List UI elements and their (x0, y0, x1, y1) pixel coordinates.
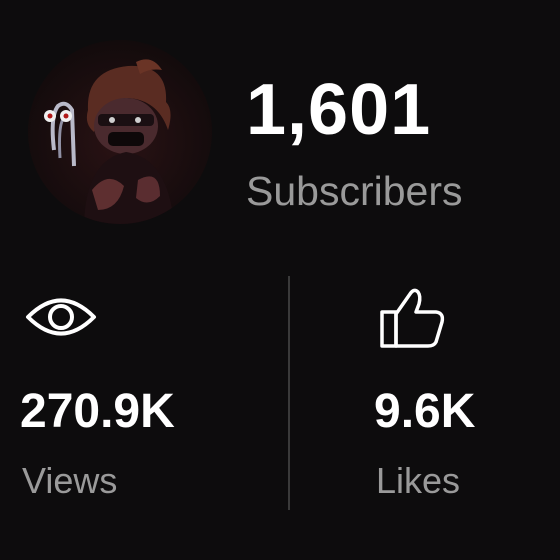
subscriber-label: Subscribers (246, 168, 463, 214)
eye-icon (26, 298, 96, 336)
views-label: Views (22, 460, 118, 501)
avatar-image (28, 40, 212, 224)
views-count: 270.9K (20, 385, 175, 438)
subscriber-count: 1,601 (246, 70, 432, 150)
likes-count: 9.6K (374, 385, 476, 438)
thumbs-up-icon (380, 288, 445, 348)
stats-divider (288, 276, 290, 510)
channel-avatar[interactable] (28, 40, 212, 224)
likes-label: Likes (376, 460, 461, 501)
